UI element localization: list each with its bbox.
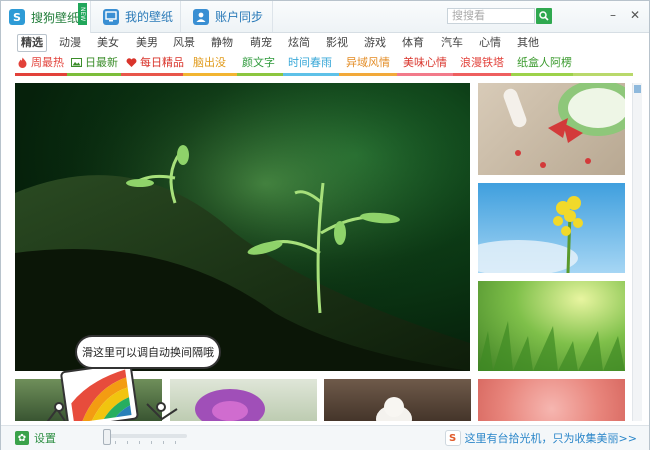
vertical-scrollbar[interactable]	[632, 83, 642, 421]
fire-icon	[18, 57, 27, 68]
slider-tick	[139, 441, 140, 444]
divider	[511, 73, 573, 76]
category-item[interactable]: 影视	[326, 35, 348, 51]
slider-tick	[127, 441, 128, 444]
search-icon	[539, 11, 549, 21]
tab-label: 账户同步	[215, 10, 264, 24]
wallpaper-thumbnail[interactable]	[478, 379, 625, 421]
category-item[interactable]: 风景	[173, 35, 195, 51]
promo-text: 这里有台拾光机，只为收集美丽>>	[464, 432, 637, 445]
tab-sogou-wallpaper[interactable]: S 搜狗壁纸 NEW	[1, 1, 91, 33]
category-item[interactable]: 其他	[517, 35, 539, 51]
app-window: S 搜狗壁纸 NEW 我的壁纸 账户同步 搜搜看 – ✕ 精选 动漫 美女 美男…	[0, 0, 650, 450]
slider-tick	[151, 441, 152, 444]
featured-item[interactable]: 异域风情	[346, 55, 390, 70]
featured-item[interactable]: 纸盒人阿楞	[517, 55, 572, 70]
divider	[67, 73, 121, 76]
wallpaper-thumbnail[interactable]	[478, 281, 625, 371]
purple-flower-image	[195, 389, 265, 421]
category-item[interactable]: 炫简	[288, 35, 310, 51]
tab-account-sync[interactable]: 账户同步	[181, 1, 273, 32]
grass-image	[478, 321, 625, 371]
minimize-button[interactable]: –	[605, 7, 621, 23]
slider-tick	[115, 441, 116, 444]
category-item[interactable]: 美女	[97, 35, 119, 51]
picture-icon	[71, 58, 82, 67]
featured-label: 每日精品	[140, 56, 184, 69]
featured-item[interactable]: 时间春雨	[288, 55, 332, 70]
search-button[interactable]	[536, 8, 552, 24]
gear-icon: ✿	[15, 431, 29, 445]
tab-my-wallpaper[interactable]: 我的壁纸	[91, 1, 181, 32]
wallpaper-thumbnail-main[interactable]	[15, 83, 470, 371]
monitor-icon	[103, 8, 119, 25]
category-item[interactable]: 体育	[402, 35, 424, 51]
slider-tick	[175, 441, 176, 444]
divider	[183, 73, 237, 76]
wallpaper-thumbnail[interactable]	[478, 183, 625, 273]
category-item[interactable]: 美男	[136, 35, 158, 51]
divider	[339, 73, 397, 76]
category-item[interactable]: 游戏	[364, 35, 386, 51]
featured-item-daily-pick[interactable]: 每日精品	[126, 55, 184, 70]
category-bar: 精选 动漫 美女 美男 风景 静物 萌宠 炫简 影视 游戏 体育 汽车 心情 其…	[1, 33, 649, 53]
interval-slider[interactable]	[103, 429, 187, 445]
search-input[interactable]: 搜搜看	[447, 8, 535, 24]
featured-item[interactable]: 美味心情	[403, 55, 447, 70]
category-item[interactable]: 汽车	[441, 35, 463, 51]
featured-label: 日最新	[85, 56, 118, 69]
close-button[interactable]: ✕	[627, 7, 643, 23]
divider	[237, 73, 283, 76]
category-item[interactable]: 心情	[479, 35, 501, 51]
yellow-flower-image	[478, 196, 583, 273]
divider	[453, 73, 511, 76]
wallpaper-thumbnail[interactable]	[478, 83, 625, 175]
divider	[573, 73, 633, 76]
sogou-logo-icon: S	[9, 9, 25, 25]
settings-button[interactable]: ✿ 设置	[15, 430, 56, 446]
category-item[interactable]: 静物	[211, 35, 233, 51]
sogou-logo-icon: S	[444, 430, 461, 446]
sprout-image	[15, 83, 470, 371]
wallpaper-thumbnail[interactable]	[324, 379, 471, 421]
category-item[interactable]: 精选	[17, 34, 47, 52]
slider-knob[interactable]	[103, 429, 111, 445]
featured-item-daily-new[interactable]: 日最新	[71, 55, 118, 70]
cup-image	[503, 83, 625, 168]
tab-label: 我的壁纸	[125, 10, 174, 24]
settings-label: 设置	[34, 432, 56, 445]
hint-bubble: 滑这里可以调自动换间隔哦	[75, 335, 221, 369]
divider	[283, 73, 339, 76]
featured-item[interactable]: 颜文字	[242, 55, 275, 70]
featured-label: 周最热	[31, 56, 64, 69]
divider	[121, 73, 183, 76]
category-item[interactable]: 萌宠	[250, 35, 272, 51]
new-badge: NEW	[78, 3, 87, 25]
divider	[15, 73, 67, 76]
wallpaper-thumbnail[interactable]	[170, 379, 317, 421]
bottom-bar: ✿ 设置 S 这里有台拾光机，只为收集美丽>>	[1, 425, 649, 450]
tab-bar: S 搜狗壁纸 NEW 我的壁纸 账户同步 搜搜看 – ✕	[1, 1, 649, 33]
promo-link[interactable]: S 这里有台拾光机，只为收集美丽>>	[444, 430, 637, 446]
category-item[interactable]: 动漫	[59, 35, 81, 51]
wallpaper-grid	[15, 83, 635, 421]
divider	[397, 73, 453, 76]
slider-tick	[163, 441, 164, 444]
puppy-image	[376, 397, 412, 421]
heart-icon	[126, 58, 137, 67]
featured-item[interactable]: 浪漫铁塔	[460, 55, 504, 70]
user-icon	[193, 8, 209, 25]
tab-label: 搜狗壁纸	[31, 10, 80, 25]
featured-bar: 周最热 日最新 每日精品 脑出没 颜文字 时间春雨 异域风情 美味心情 浪漫铁塔…	[1, 53, 649, 76]
scrollbar-thumb[interactable]	[634, 85, 641, 93]
featured-item[interactable]: 脑出没	[193, 55, 226, 70]
featured-item-weekly-hot[interactable]: 周最热	[17, 55, 64, 70]
